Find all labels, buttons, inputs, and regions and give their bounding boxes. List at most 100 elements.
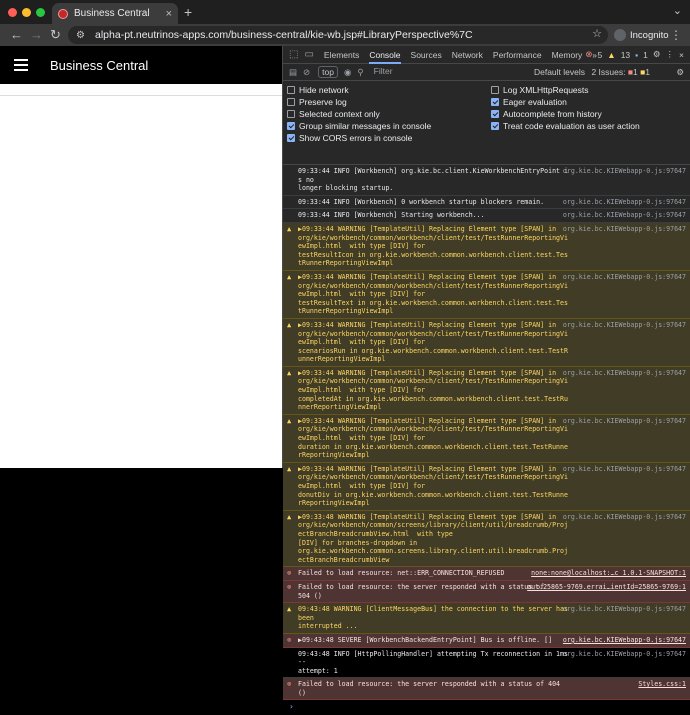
console-message-source-link[interactable]: org.kie.bc.KIEWebapp-0.js:97647 bbox=[563, 167, 686, 176]
sidebar-toggle-icon[interactable]: ▤ bbox=[289, 67, 297, 78]
console-message-source-link[interactable]: org.kie.bc.KIEWebapp-0.js:97647 bbox=[563, 211, 686, 220]
console-settings-gear-icon[interactable]: ⚙ bbox=[676, 67, 684, 78]
console-message-warning[interactable]: ▲ ▶09:33:44 WARNING [TemplateUtil] Replac… bbox=[283, 414, 690, 463]
inspect-element-icon[interactable]: ⬚ bbox=[289, 49, 298, 60]
setting-log-xhr[interactable]: Log XMLHttpRequests bbox=[491, 85, 589, 95]
back-arrow-icon[interactable]: ← bbox=[10, 27, 23, 42]
live-expression-eye-icon[interactable]: ◉ bbox=[344, 67, 351, 78]
console-message-source-link[interactable]: org.kie.bc.KIEWebapp-0.js:97647 bbox=[563, 369, 686, 378]
console-message-warning[interactable]: ▲ ▶09:33:44 WARNING [TemplateUtil] Replac… bbox=[283, 222, 690, 271]
url-text[interactable]: alpha-pt.neutrinos-apps.com/business-cen… bbox=[95, 29, 473, 41]
console-message-warning[interactable]: ▲ ▶09:33:44 WARNING [TemplateUtil] Replac… bbox=[283, 318, 690, 367]
web-page: Business Central bbox=[0, 46, 282, 468]
console-message-error[interactable]: ⊗ Failed to load resource: the server res… bbox=[283, 580, 690, 604]
console-message-info[interactable]: 09:43:48 INFO [HttpPollingHandler] attem… bbox=[283, 648, 690, 679]
devtools-tab-memory[interactable]: Memory bbox=[552, 46, 583, 64]
console-message-source-link[interactable]: org.kie.bc.KIEWebapp-0.js:97647 bbox=[563, 636, 686, 645]
console-message-info[interactable]: 09:33:44 INFO [Workbench] org.kie.bc.cli… bbox=[283, 165, 690, 196]
clear-console-icon[interactable]: ⊘ bbox=[303, 67, 310, 78]
console-message-source-link[interactable]: Styles.css:1 bbox=[638, 680, 686, 689]
incognito-indicator[interactable]: Incognito bbox=[614, 27, 669, 43]
devtools-tab-network[interactable]: Network bbox=[452, 46, 483, 64]
maximize-window-button[interactable] bbox=[36, 8, 45, 17]
console-message-text: 09:33:44 INFO [Workbench] 0 workbench st… bbox=[298, 197, 545, 206]
tab-search-chevron-icon[interactable]: ⌄ bbox=[673, 4, 682, 17]
console-message-warning[interactable]: ▲ ▶09:33:44 WARNING [TemplateUtil] Replac… bbox=[283, 270, 690, 319]
devtools-tab-sources[interactable]: Sources bbox=[411, 46, 442, 64]
console-message-source-link[interactable]: org.kie.bc.KIEWebapp-0.js:97647 bbox=[563, 273, 686, 282]
checkbox[interactable] bbox=[287, 98, 295, 106]
bookmark-star-icon[interactable]: ☆ bbox=[592, 27, 602, 40]
setting-treat-eval-user-action[interactable]: Treat code evaluation as user action bbox=[491, 121, 640, 131]
browser-menu-icon[interactable]: ⋮ bbox=[670, 28, 682, 42]
checkbox[interactable] bbox=[287, 86, 295, 94]
console-message-info[interactable]: 09:33:44 INFO [Workbench] Starting workb… bbox=[283, 209, 690, 223]
devtools-tab-elements[interactable]: Elements bbox=[324, 46, 359, 64]
hamburger-menu-icon[interactable] bbox=[14, 56, 28, 74]
setting-selected-context-only[interactable]: Selected context only bbox=[287, 109, 380, 119]
console-message-source-link[interactable]: org.kie.bc.KIEWebapp-0.js:97647 bbox=[563, 321, 686, 330]
warning-icon: ▲ bbox=[287, 416, 292, 425]
context-selector[interactable]: top bbox=[318, 66, 338, 78]
checkbox[interactable] bbox=[287, 122, 295, 130]
console-message-warning[interactable]: ▲ ▶09:33:48 WARNING [TemplateUtil] Replac… bbox=[283, 510, 690, 568]
console-message-source-link[interactable]: org.kie.bc.KIEWebapp-0.js:97647 bbox=[563, 605, 686, 614]
console-message-source-link[interactable]: org.kie.bc.KIEWebapp-0.js:97647 bbox=[563, 465, 686, 474]
setting-show-cors-errors[interactable]: Show CORS errors in console bbox=[287, 133, 412, 143]
browser-tab-bar: Business Central × + ⌄ bbox=[0, 0, 690, 24]
new-tab-button[interactable]: + bbox=[184, 4, 192, 20]
close-tab-icon[interactable]: × bbox=[166, 8, 172, 20]
console-message-source-link[interactable]: org.kie.bc.KIEWebapp-0.js:97647 bbox=[563, 417, 686, 426]
checkbox[interactable] bbox=[491, 86, 499, 94]
console-message-source-link[interactable]: org.kie.bc.KIEWebapp-0.js:97647 bbox=[563, 225, 686, 234]
console-message-source-link[interactable]: org.kie.bc.KIEWebapp-0.js:97647 bbox=[563, 650, 686, 659]
issues-link[interactable]: 2 Issues: ■1 ■1 bbox=[591, 67, 650, 77]
omnibox[interactable]: ⚙ alpha-pt.neutrinos-apps.com/business-c… bbox=[68, 26, 608, 44]
device-toolbar-icon[interactable]: ▭ bbox=[304, 49, 313, 60]
checkbox[interactable] bbox=[287, 110, 295, 118]
console-message-source-link[interactable]: out.25865-9769.errai…ientId=25865-9769:1 bbox=[527, 583, 686, 592]
console-message-source-link[interactable]: org.kie.bc.KIEWebapp-0.js:97647 bbox=[563, 513, 686, 522]
console-prompt-input[interactable]: › bbox=[283, 700, 690, 715]
console-message-info[interactable]: 09:33:44 INFO [Workbench] 0 workbench st… bbox=[283, 196, 690, 210]
console-message-text: Failed to load resource: net::ERR_CONNEC… bbox=[298, 569, 505, 578]
console-message-warning[interactable]: ▲ 09:43:48 WARNING [ClientMessageBus] the… bbox=[283, 603, 690, 634]
browser-tab[interactable]: Business Central × bbox=[52, 3, 178, 24]
setting-hide-network[interactable]: Hide network bbox=[287, 85, 349, 95]
console-message-text: 09:33:44 INFO [Workbench] org.kie.bc.cli… bbox=[298, 167, 568, 193]
checkbox[interactable] bbox=[491, 122, 499, 130]
filter-input[interactable]: Filter bbox=[370, 66, 545, 78]
checkbox[interactable] bbox=[491, 98, 499, 106]
setting-preserve-log[interactable]: Preserve log bbox=[287, 97, 347, 107]
console-message-source-link[interactable]: org.kie.bc.KIEWebapp-0.js:97647 bbox=[563, 198, 686, 207]
console-message-error[interactable]: ⊗ ▶09:43:48 SEVERE [WorkbenchBackendEntry… bbox=[283, 633, 690, 648]
console-message-text: ▶09:33:44 WARNING [TemplateUtil] Replaci… bbox=[298, 320, 568, 364]
site-info-icon[interactable]: ⚙ bbox=[76, 30, 87, 41]
reload-icon[interactable]: ↻ bbox=[50, 27, 61, 43]
console-message-error[interactable]: ⊗ Failed to load resource: net::ERR_CONNE… bbox=[283, 567, 690, 581]
forward-arrow-icon[interactable]: → bbox=[30, 27, 43, 42]
checkbox[interactable] bbox=[491, 110, 499, 118]
console-message-error[interactable]: ⊗ Failed to load resource: the server res… bbox=[283, 678, 690, 701]
devtools-tab-performance[interactable]: Performance bbox=[493, 46, 542, 64]
devtools-tab-console[interactable]: Console bbox=[369, 46, 401, 64]
console-message-warning[interactable]: ▲ ▶09:33:44 WARNING [TemplateUtil] Replac… bbox=[283, 366, 690, 415]
console-message-text: ▶09:33:48 WARNING [TemplateUtil] Replaci… bbox=[298, 512, 568, 564]
close-window-button[interactable] bbox=[8, 8, 17, 17]
incognito-label: Incognito bbox=[630, 29, 669, 41]
console-message-source-link[interactable]: none:none@localhost:…c_1.0.1-SNAPSHOT:1 bbox=[531, 569, 686, 578]
app-title: Business Central bbox=[50, 57, 149, 73]
console-message-warning[interactable]: ▲ ▶09:33:44 WARNING [TemplateUtil] Replac… bbox=[283, 462, 690, 511]
setting-group-similar[interactable]: Group similar messages in console bbox=[287, 121, 431, 131]
devtools-menu-icon[interactable]: ⋮ bbox=[666, 49, 675, 60]
setting-autocomplete-history[interactable]: Autocomplete from history bbox=[491, 109, 602, 119]
log-levels-dropdown[interactable]: Default levels bbox=[534, 67, 585, 77]
error-icon: ⊗ bbox=[287, 680, 292, 689]
minimize-window-button[interactable] bbox=[22, 8, 31, 17]
checkbox[interactable] bbox=[287, 134, 295, 142]
close-devtools-icon[interactable]: × bbox=[679, 50, 684, 60]
settings-gear-icon[interactable]: ⚙ bbox=[653, 49, 661, 60]
devtools-counts[interactable]: ⊗ 5 ▲ 13 ▪ 1 ⚙ ⋮ × bbox=[585, 49, 684, 60]
setting-eager-evaluation[interactable]: Eager evaluation bbox=[491, 97, 567, 107]
console-message-text: Failed to load resource: the server resp… bbox=[298, 680, 564, 697]
